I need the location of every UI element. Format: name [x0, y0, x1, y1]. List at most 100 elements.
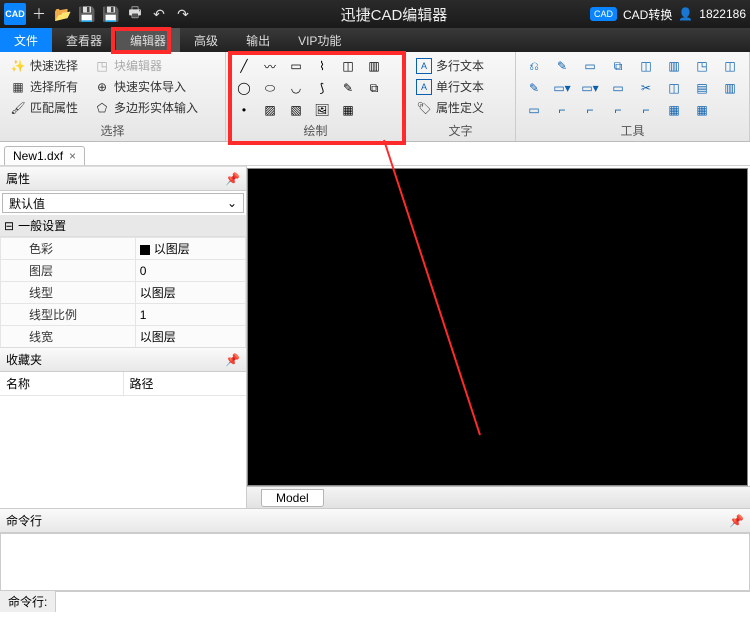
tool-icon[interactable]: ▦ — [664, 100, 684, 120]
tool-icon[interactable]: ✎ — [552, 56, 572, 76]
eyedrop-icon[interactable]: ✎ — [338, 78, 358, 98]
pin-icon[interactable]: 📌 — [225, 353, 240, 367]
title-bar: CAD ＋ 📂 💾 💾 🖶 ↶ ↷ 迅捷CAD编辑器 CAD CAD转换 👤 1… — [0, 0, 750, 28]
app-title: 迅捷CAD编辑器 — [198, 4, 590, 25]
print-icon[interactable]: 🖶 — [124, 3, 146, 25]
drawing-canvas[interactable] — [247, 168, 748, 486]
stext-button[interactable]: A单行文本 — [414, 77, 507, 96]
tool-icon[interactable]: ▭ — [580, 56, 600, 76]
mtext-icon: A — [416, 58, 432, 74]
property-value[interactable]: 以图层 — [135, 326, 245, 348]
tool-icon[interactable]: ✂ — [636, 78, 656, 98]
pin-icon[interactable]: 📌 — [225, 172, 240, 186]
ellipse-icon[interactable]: ⬭ — [260, 78, 280, 98]
property-row[interactable]: 色彩以图层 — [1, 238, 246, 260]
tool-icon[interactable]: ▦ — [692, 100, 712, 120]
default-value-combo[interactable]: 默认值 ⌄ — [2, 193, 244, 213]
command-log[interactable] — [0, 533, 750, 591]
tab-file[interactable]: 文件 — [0, 28, 52, 52]
group-icon[interactable]: ▥ — [364, 56, 384, 76]
polygon-input-button[interactable]: ⬠多边形实体输入 — [92, 98, 200, 117]
arc-icon[interactable]: ◡ — [286, 78, 306, 98]
tool-icon[interactable]: ⎌ — [524, 56, 544, 76]
favorites-list[interactable] — [0, 396, 246, 508]
general-section-header[interactable]: ⊟ 一般设置 — [0, 215, 246, 237]
command-input[interactable] — [56, 592, 750, 611]
clone-icon[interactable]: ⧉ — [364, 78, 384, 98]
new-icon[interactable]: ＋ — [28, 3, 50, 25]
property-value[interactable]: 以图层 — [135, 238, 245, 260]
user-icon[interactable]: 👤 — [678, 7, 693, 21]
tool-icon[interactable]: ▭ — [608, 78, 628, 98]
tool-icon[interactable]: ◳ — [692, 56, 712, 76]
select-all-button[interactable]: ▦选择所有 — [8, 77, 80, 96]
undo-icon[interactable]: ↶ — [148, 3, 170, 25]
fav-col-name: 名称 — [0, 372, 124, 395]
hatch2-icon[interactable]: ▧ — [286, 100, 306, 120]
redo-icon[interactable]: ↷ — [172, 3, 194, 25]
tool-icon[interactable]: ⌐ — [552, 100, 572, 120]
property-key: 线型比例 — [1, 304, 136, 326]
properties-panel-header: 属性 📌 — [0, 166, 246, 191]
mtext-button[interactable]: A多行文本 — [414, 56, 507, 75]
rect-icon[interactable]: ▭ — [286, 56, 306, 76]
tab-editor[interactable]: 编辑器 — [116, 28, 180, 52]
tool-icon[interactable]: ✎ — [524, 78, 544, 98]
tool-icon[interactable]: ⌐ — [580, 100, 600, 120]
line-icon[interactable]: ╱ — [234, 56, 254, 76]
tool-icon[interactable]: ▭▾ — [580, 78, 600, 98]
hatch-icon[interactable]: ▨ — [260, 100, 280, 120]
tool-icon[interactable]: ⌐ — [608, 100, 628, 120]
tool-icon[interactable]: ▭▾ — [552, 78, 572, 98]
point-icon[interactable]: • — [234, 100, 254, 120]
tool-icon[interactable]: ◫ — [720, 56, 740, 76]
circle-icon[interactable]: ◯ — [234, 78, 254, 98]
tool-icon[interactable]: ⌐ — [636, 100, 656, 120]
polyline-icon[interactable]: ⌇ — [312, 56, 332, 76]
tool-icon[interactable]: ◫ — [664, 78, 684, 98]
property-value[interactable]: 以图层 — [135, 282, 245, 304]
block-editor-label: 块编辑器 — [114, 57, 162, 74]
image-icon[interactable]: 🖼 — [312, 100, 332, 120]
tab-viewer[interactable]: 查看器 — [52, 28, 116, 52]
app-icon[interactable]: CAD — [4, 3, 26, 25]
table-icon[interactable]: ▦ — [338, 100, 358, 120]
tool-icon[interactable]: ◫ — [636, 56, 656, 76]
document-tab[interactable]: New1.dxf × — [4, 146, 85, 165]
tab-advanced[interactable]: 高级 — [180, 28, 232, 52]
tab-vip[interactable]: VIP功能 — [284, 28, 355, 52]
cad-convert-link[interactable]: CAD转换 — [623, 6, 672, 23]
tool-icon[interactable]: ▥ — [664, 56, 684, 76]
block-insert-icon[interactable]: ◫ — [338, 56, 358, 76]
saveas-icon[interactable]: 💾 — [100, 3, 122, 25]
attdef-label: 属性定义 — [436, 99, 484, 116]
tool-icon[interactable]: ▥ — [720, 78, 740, 98]
pin-icon[interactable]: 📌 — [729, 514, 744, 528]
match-props-button[interactable]: 🖌匹配属性 — [8, 98, 80, 117]
property-row[interactable]: 图层0 — [1, 260, 246, 282]
curve-icon[interactable]: ⟆ — [312, 78, 332, 98]
property-value[interactable]: 0 — [135, 260, 245, 282]
spline-icon[interactable]: 〰 — [260, 56, 280, 76]
open-icon[interactable]: 📂 — [52, 3, 74, 25]
property-row[interactable]: 线宽以图层 — [1, 326, 246, 348]
ribbon: ✨快速选择 ▦选择所有 🖌匹配属性 ◳ 块编辑器 ⊕快速实体导入 ⬠多边形实体输入… — [0, 52, 750, 142]
property-key: 线型 — [1, 282, 136, 304]
model-tab[interactable]: Model — [261, 489, 324, 507]
match-props-label: 匹配属性 — [30, 99, 78, 116]
tool-icon[interactable]: ⧉ — [608, 56, 628, 76]
tab-output[interactable]: 输出 — [232, 28, 284, 52]
quick-entity-import-button[interactable]: ⊕快速实体导入 — [92, 77, 200, 96]
close-icon[interactable]: × — [69, 149, 76, 163]
tool-icon[interactable]: ▭ — [524, 100, 544, 120]
tag-icon: 🏷 — [416, 100, 432, 116]
tool-icon[interactable]: ▤ — [692, 78, 712, 98]
favorites-panel-header: 收藏夹 📌 — [0, 347, 246, 372]
property-row[interactable]: 线型以图层 — [1, 282, 246, 304]
save-icon[interactable]: 💾 — [76, 3, 98, 25]
attdef-button[interactable]: 🏷属性定义 — [414, 98, 507, 117]
property-row[interactable]: 线型比例1 — [1, 304, 246, 326]
property-value[interactable]: 1 — [135, 304, 245, 326]
quick-select-button[interactable]: ✨快速选择 — [8, 56, 80, 75]
command-prompt-label: 命令行: — [0, 591, 56, 612]
